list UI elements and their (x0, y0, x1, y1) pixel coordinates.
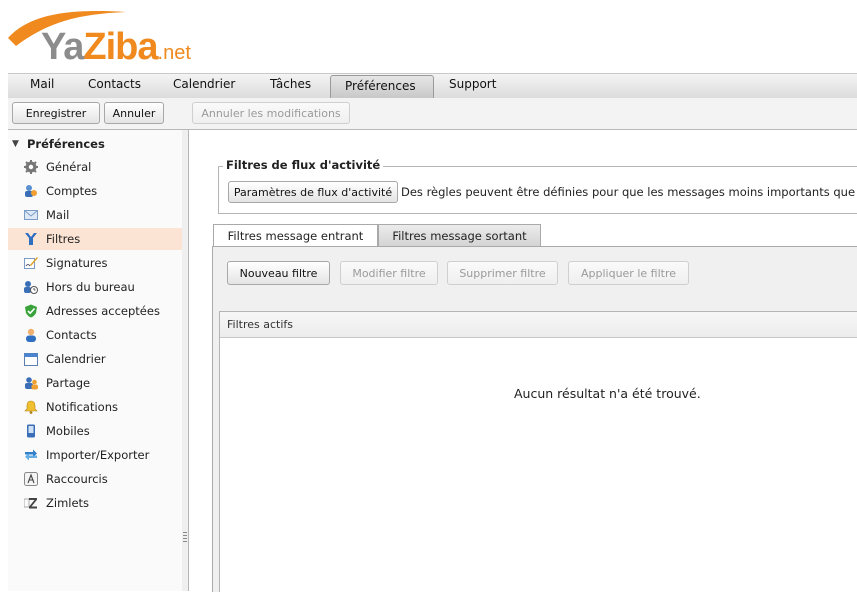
sidebar-item-label: Notifications (46, 400, 118, 414)
sidebar-item-label: Hors du bureau (46, 280, 135, 294)
active-filters-header-label: Filtres actifs (227, 318, 293, 331)
preferences-tree-label: Préférences (27, 137, 105, 151)
undo-changes-button[interactable]: Annuler les modifications (192, 102, 350, 124)
new-filter-button[interactable]: Nouveau filtre (227, 261, 330, 285)
main-nav-tabs: Mail Contacts Calendrier Tâches Préféren… (8, 73, 857, 99)
active-filters-header: Filtres actifs (220, 312, 857, 338)
save-button[interactable]: Enregistrer (12, 102, 100, 124)
activity-filter-settings-button[interactable]: Paramètres de flux d'activité (228, 181, 398, 203)
sidebar-item-notifications[interactable]: Notifications (8, 396, 182, 418)
apply-filter-button[interactable]: Appliquer le filtre (568, 261, 689, 285)
sidebar-item-import-export[interactable]: Importer/Exporter (8, 444, 182, 466)
active-filters-list[interactable]: Filtres actifs (219, 311, 857, 592)
sidebar-item-calendar[interactable]: Calendrier (8, 348, 182, 370)
tab-mail[interactable]: Mail (30, 77, 54, 91)
activity-filters-description: Des règles peuvent être définies pour qu… (401, 185, 857, 199)
sidebar-item-label: Partage (46, 376, 91, 390)
shortcut-icon (24, 472, 38, 486)
tab-calendar[interactable]: Calendrier (173, 77, 235, 91)
sidebar-item-general[interactable]: Général (8, 156, 182, 178)
filters-main-panel: Filtres de flux d'activité Paramètres de… (189, 130, 857, 592)
gear-icon (24, 160, 38, 174)
delete-filter-button[interactable]: Supprimer filtre (447, 261, 558, 285)
toolbar: Enregistrer Annuler Annuler les modifica… (8, 98, 857, 130)
sidebar-item-label: Mobiles (46, 424, 90, 438)
sidebar-item-filters[interactable]: Filtres (8, 228, 182, 250)
sidebar-item-label: Comptes (46, 184, 98, 198)
sidebar-resize-handle[interactable] (182, 130, 189, 591)
edit-filter-button[interactable]: Modifier filtre (340, 261, 438, 285)
cancel-button[interactable]: Annuler (104, 102, 164, 124)
sidebar-item-label: Filtres (46, 232, 81, 246)
sidebar-item-signatures[interactable]: Signatures (8, 252, 182, 274)
tab-tasks[interactable]: Tâches (270, 77, 311, 91)
share-icon (25, 377, 38, 390)
sidebar-item-shortcuts[interactable]: Raccourcis (8, 468, 182, 490)
tab-preferences[interactable]: Préférences (345, 79, 416, 93)
out-of-office-icon (24, 281, 38, 294)
tab-incoming-filters[interactable]: Filtres message entrant (213, 224, 378, 246)
sidebar-item-label: Général (46, 160, 92, 174)
tab-outgoing-filters[interactable]: Filtres message sortant (378, 224, 541, 246)
preferences-sidebar: ▼ Préférences Général Comptes Mail Filtr… (8, 130, 183, 591)
app-logo[interactable]: YaZiba.net (41, 26, 191, 69)
sidebar-item-label: Mail (46, 208, 70, 222)
sidebar-item-mail[interactable]: Mail (8, 204, 182, 226)
zimlet-icon (24, 498, 37, 509)
calendar-icon (24, 353, 38, 366)
sidebar-item-contacts[interactable]: Contacts (8, 324, 182, 346)
signature-icon (24, 257, 38, 269)
grip-icon (183, 532, 187, 544)
sidebar-item-label: Raccourcis (46, 472, 108, 486)
sidebar-item-label: Contacts (46, 328, 97, 342)
sidebar-item-accounts[interactable]: Comptes (8, 180, 182, 202)
import-export-icon (25, 449, 37, 461)
sidebar-item-zimlets[interactable]: Zimlets (8, 492, 182, 514)
preferences-tree-header[interactable]: ▼ Préférences (8, 135, 182, 153)
sidebar-item-mobiles[interactable]: Mobiles (8, 420, 182, 442)
person-icon (26, 328, 36, 342)
sidebar-item-label: Zimlets (46, 496, 90, 510)
empty-results-message: Aucun résultat n'a été trouvé. (514, 386, 701, 401)
sidebar-item-label: Importer/Exporter (46, 448, 150, 462)
sidebar-item-out-of-office[interactable]: Hors du bureau (8, 276, 182, 298)
accounts-icon (25, 185, 37, 197)
tab-support[interactable]: Support (449, 77, 496, 91)
activity-filters-legend: Filtres de flux d'activité (223, 158, 384, 172)
bell-icon (24, 400, 38, 414)
sidebar-item-label: Adresses acceptées (46, 304, 160, 318)
shield-check-icon (25, 304, 37, 318)
tab-contacts[interactable]: Contacts (88, 77, 141, 91)
mobile-icon (27, 424, 35, 438)
app-header: YaZiba.net (8, 8, 857, 73)
sidebar-item-sharing[interactable]: Partage (8, 372, 182, 394)
envelope-icon (24, 210, 38, 220)
sidebar-item-accepted-addresses[interactable]: Adresses acceptées (8, 300, 182, 322)
filter-icon (25, 233, 37, 245)
sidebar-item-label: Signatures (46, 256, 108, 270)
collapse-arrow-icon[interactable]: ▼ (12, 135, 19, 153)
sidebar-item-label: Calendrier (46, 352, 106, 366)
